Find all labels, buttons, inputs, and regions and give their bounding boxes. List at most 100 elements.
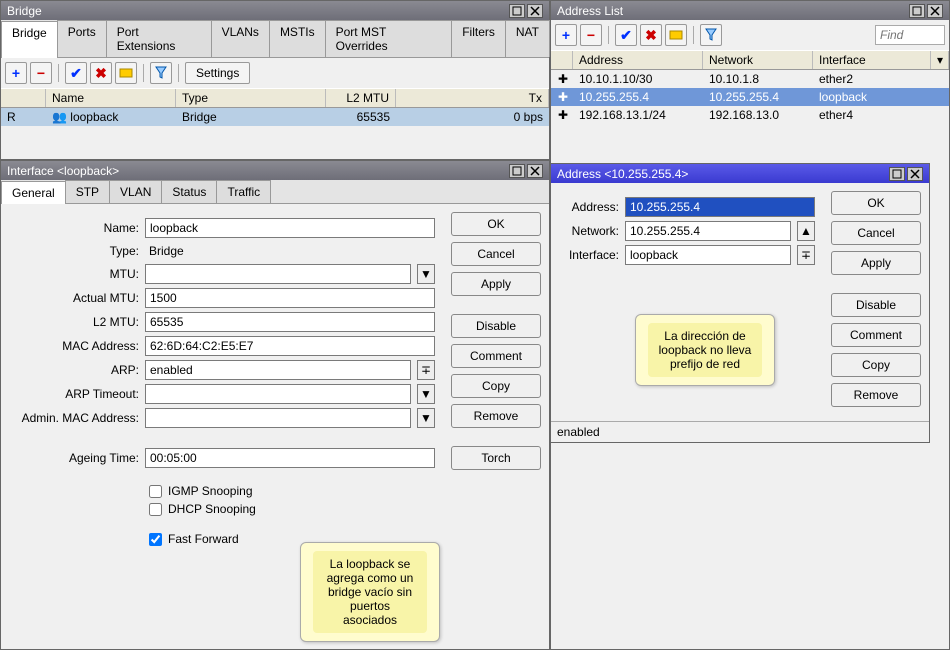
label-arp-timeout: ARP Timeout: — [9, 387, 139, 401]
label-arp: ARP: — [9, 363, 139, 377]
copy-button[interactable]: Copy — [451, 374, 541, 398]
address-icon: ✚ — [557, 90, 569, 104]
bridge-tabs: Bridge Ports Port Extensions VLANs MSTIs… — [1, 20, 549, 58]
tooltip-right: La dirección de loopback no lleva prefij… — [635, 314, 775, 386]
filter-icon[interactable] — [150, 62, 172, 84]
tab-ports[interactable]: Ports — [57, 20, 107, 57]
network-field[interactable] — [625, 221, 791, 241]
arp-timeout-field[interactable] — [145, 384, 411, 404]
mtu-field[interactable] — [145, 264, 411, 284]
label-network: Network: — [559, 224, 619, 238]
disable-icon[interactable]: ✖ — [90, 62, 112, 84]
interface-field[interactable] — [625, 245, 791, 265]
col-address[interactable]: Address — [573, 51, 703, 69]
admin-mac-field[interactable] — [145, 408, 411, 428]
apply-button[interactable]: Apply — [831, 251, 921, 275]
tab-port-mst-overrides[interactable]: Port MST Overrides — [325, 20, 453, 57]
tab-filters[interactable]: Filters — [451, 20, 506, 57]
torch-button[interactable]: Torch — [451, 446, 541, 470]
table-row[interactable]: ✚ 10.10.1.10/30 10.10.1.8 ether2 — [551, 70, 949, 88]
cancel-button[interactable]: Cancel — [831, 221, 921, 245]
tab-vlans[interactable]: VLANs — [211, 20, 270, 57]
settings-button[interactable]: Settings — [185, 62, 250, 84]
col-interface[interactable]: Interface — [813, 51, 931, 69]
apply-button[interactable]: Apply — [451, 272, 541, 296]
ageing-field[interactable] — [145, 448, 435, 468]
tab-port-extensions[interactable]: Port Extensions — [106, 20, 212, 57]
enable-icon[interactable]: ✔ — [615, 24, 637, 46]
comment-button[interactable]: Comment — [451, 344, 541, 368]
disable-button[interactable]: Disable — [831, 293, 921, 317]
tooltip-text: La dirección de loopback no lleva prefij… — [648, 323, 762, 377]
filter-icon[interactable] — [700, 24, 722, 46]
add-icon[interactable]: + — [555, 24, 577, 46]
tab-status[interactable]: Status — [161, 180, 217, 203]
tab-nat[interactable]: NAT — [505, 20, 550, 57]
minimize-icon[interactable] — [889, 167, 905, 181]
tab-mstis[interactable]: MSTIs — [269, 20, 326, 57]
collapse-icon[interactable]: ▲ — [797, 221, 815, 241]
minimize-icon[interactable] — [509, 164, 525, 178]
copy-button[interactable]: Copy — [831, 353, 921, 377]
remove-icon[interactable]: − — [580, 24, 602, 46]
table-row[interactable]: ✚ 192.168.13.1/24 192.168.13.0 ether4 — [551, 106, 949, 124]
close-icon[interactable] — [907, 167, 923, 181]
close-icon[interactable] — [927, 4, 943, 18]
name-field[interactable] — [145, 218, 435, 238]
find-input[interactable] — [875, 25, 945, 45]
label-mtu: MTU: — [9, 267, 139, 281]
label-l2mtu: L2 MTU: — [9, 315, 139, 329]
interface-title: Interface <loopback> — [7, 164, 119, 178]
col-l2mtu[interactable]: L2 MTU — [326, 89, 396, 107]
arp-field[interactable] — [145, 360, 411, 380]
address-buttons: OK Cancel Apply Disable Comment Copy Rem… — [823, 183, 929, 421]
close-icon[interactable] — [527, 4, 543, 18]
tab-vlan[interactable]: VLAN — [109, 180, 162, 203]
tab-traffic[interactable]: Traffic — [216, 180, 271, 203]
dropdown-icon[interactable]: ∓ — [797, 245, 815, 265]
comment-icon[interactable] — [115, 62, 137, 84]
remove-button[interactable]: Remove — [831, 383, 921, 407]
disable-button[interactable]: Disable — [451, 314, 541, 338]
enable-icon[interactable]: ✔ — [65, 62, 87, 84]
minimize-icon[interactable] — [909, 4, 925, 18]
address-list-title: Address List — [557, 4, 623, 18]
ok-button[interactable]: OK — [451, 212, 541, 236]
bridge-titlebar: Bridge — [1, 1, 549, 20]
ok-button[interactable]: OK — [831, 191, 921, 215]
expand-icon[interactable]: ▼ — [417, 264, 435, 284]
expand-icon[interactable]: ▼ — [417, 384, 435, 404]
label-dhcp: DHCP Snooping — [168, 502, 256, 516]
interface-titlebar: Interface <loopback> — [1, 161, 549, 180]
address-field[interactable] — [625, 197, 815, 217]
tab-general[interactable]: General — [1, 181, 66, 204]
col-network[interactable]: Network — [703, 51, 813, 69]
close-icon[interactable] — [527, 164, 543, 178]
col-tx[interactable]: Tx — [396, 89, 549, 107]
remove-icon[interactable]: − — [30, 62, 52, 84]
igmp-checkbox[interactable] — [149, 485, 162, 498]
expand-icon[interactable]: ▼ — [417, 408, 435, 428]
add-icon[interactable]: + — [5, 62, 27, 84]
comment-icon[interactable] — [665, 24, 687, 46]
table-row[interactable]: ✚ 10.255.255.4 10.255.255.4 loopback — [551, 88, 949, 106]
table-row[interactable]: R 👥 loopback Bridge 65535 0 bps — [1, 108, 549, 126]
dropdown-icon[interactable]: ▾ — [931, 51, 949, 69]
col-type[interactable]: Type — [176, 89, 326, 107]
comment-button[interactable]: Comment — [831, 323, 921, 347]
row-address: 192.168.13.1/24 — [573, 107, 703, 123]
cancel-button[interactable]: Cancel — [451, 242, 541, 266]
disable-icon[interactable]: ✖ — [640, 24, 662, 46]
dropdown-icon[interactable]: ∓ — [417, 360, 435, 380]
remove-button[interactable]: Remove — [451, 404, 541, 428]
row-interface: loopback — [813, 89, 949, 105]
tab-bridge[interactable]: Bridge — [1, 21, 58, 58]
dhcp-checkbox[interactable] — [149, 503, 162, 516]
fastforward-checkbox[interactable] — [149, 533, 162, 546]
col-name[interactable]: Name — [46, 89, 176, 107]
minimize-icon[interactable] — [509, 4, 525, 18]
label-ageing: Ageing Time: — [9, 451, 139, 465]
tooltip-left: La loopback se agrega como un bridge vac… — [300, 542, 440, 642]
row-flag: R — [1, 109, 46, 125]
tab-stp[interactable]: STP — [65, 180, 110, 203]
